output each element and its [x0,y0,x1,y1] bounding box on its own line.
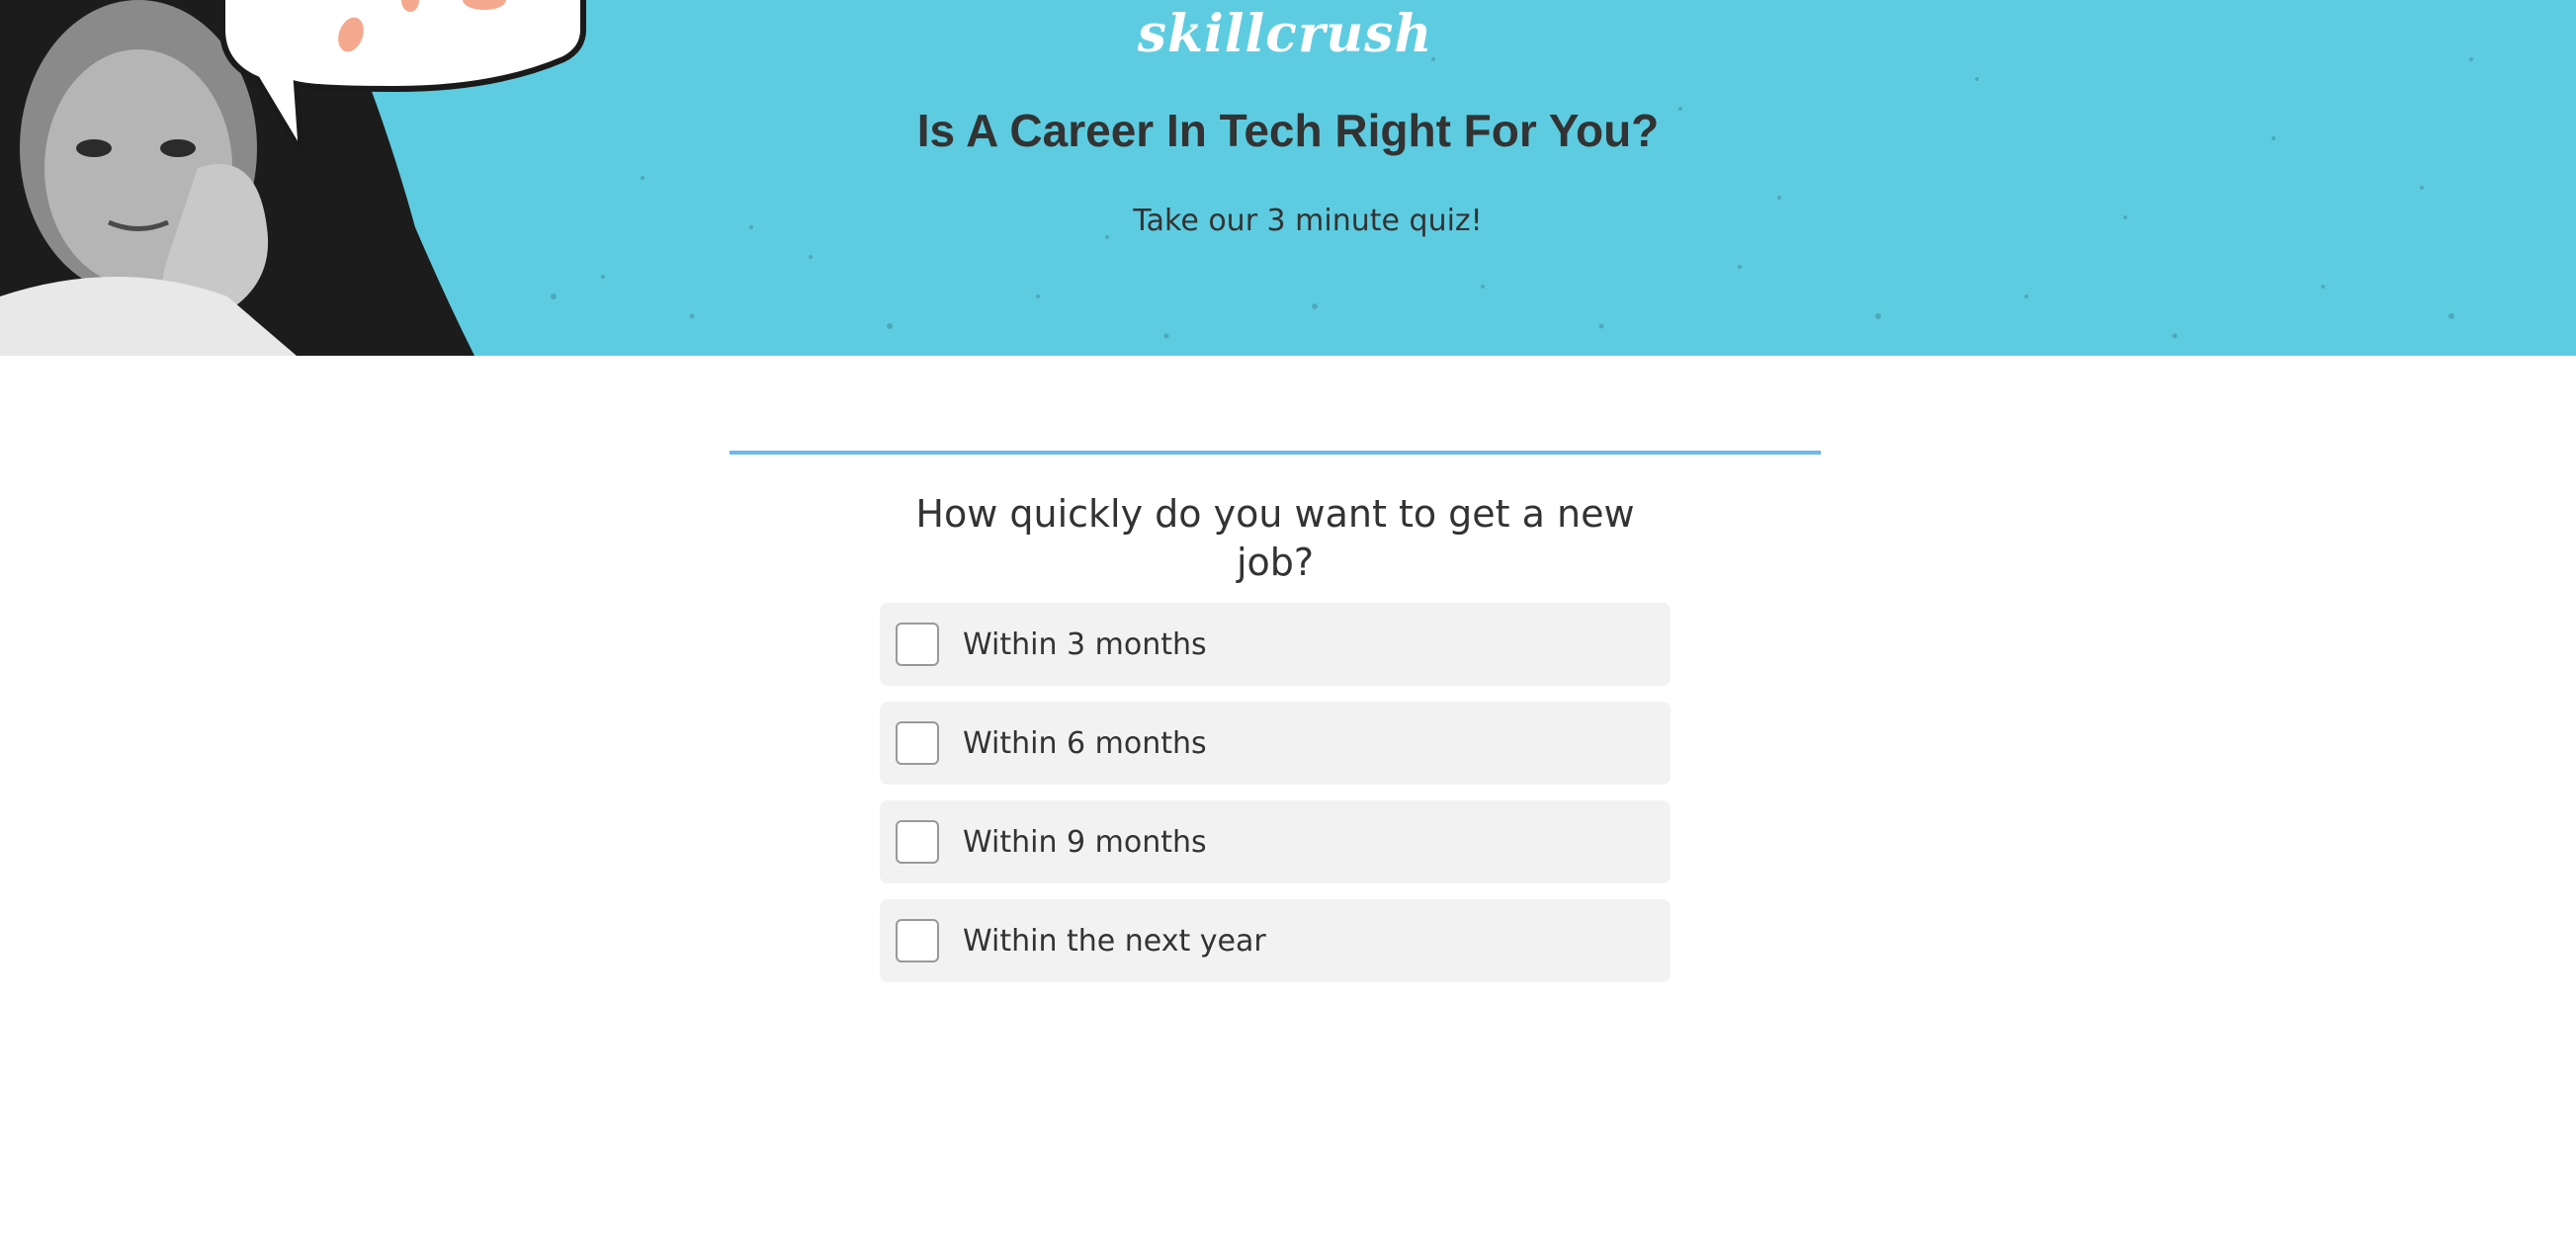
hero-banner: skillcrush Is A Career In Tech Right For… [0,0,2576,356]
quiz-progress-bar [730,451,1821,455]
answer-option-3-months[interactable]: Within 3 months [880,603,1671,686]
answer-label: Within 6 months [963,725,1207,761]
answer-option-9-months[interactable]: Within 9 months [880,800,1671,883]
answer-options: Within 3 months Within 6 months Within 9… [880,603,1671,998]
answer-label: Within the next year [963,923,1266,959]
page-subtitle: Take our 3 minute quiz! [1133,204,1483,238]
page-title: Is A Career In Tech Right For You? [916,105,1660,156]
skillcrush-logo[interactable]: skillcrush [1138,0,1433,69]
answer-option-6-months[interactable]: Within 6 months [880,702,1671,785]
quiz-question: How quickly do you want to get a new job… [915,492,1635,584]
answer-option-next-year[interactable]: Within the next year [880,899,1671,982]
quiz-progress-fill [730,451,1821,455]
answer-checkbox[interactable] [896,919,939,962]
answer-checkbox[interactable] [896,623,939,666]
answer-checkbox[interactable] [896,820,939,864]
answer-checkbox[interactable] [896,721,939,765]
answer-label: Within 3 months [963,626,1207,662]
answer-label: Within 9 months [963,824,1207,860]
